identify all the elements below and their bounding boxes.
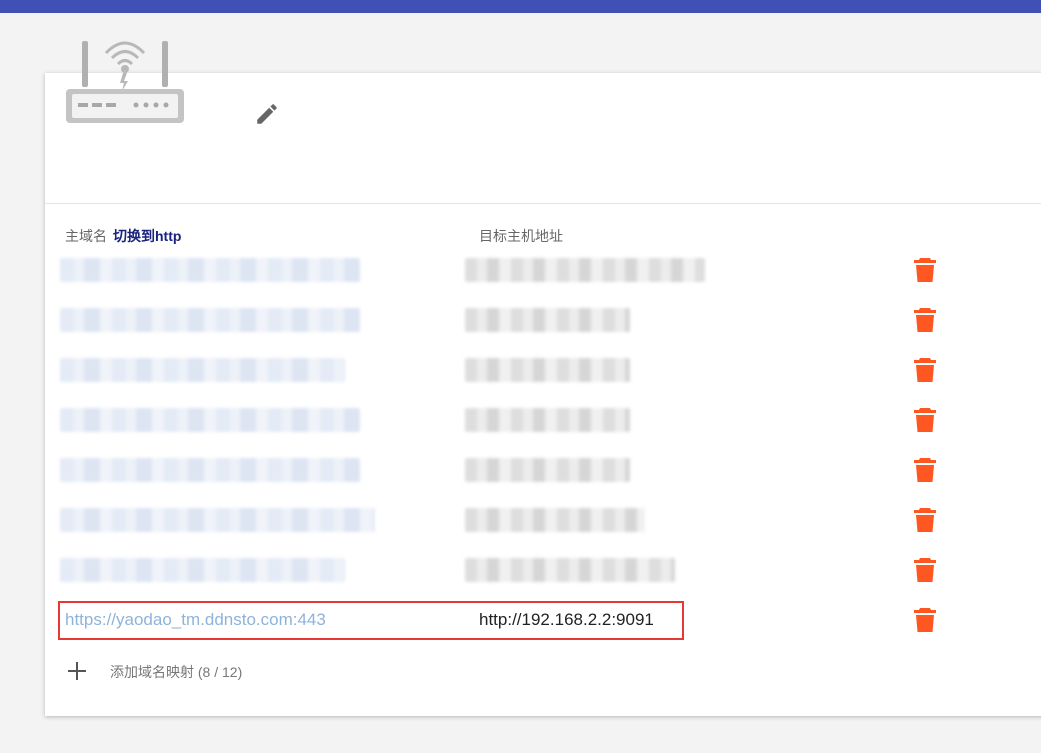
delete-trash-icon[interactable] <box>913 457 937 483</box>
redacted-target <box>465 358 630 382</box>
pencil-icon[interactable] <box>254 101 280 127</box>
router-wifi-icon <box>66 41 184 123</box>
redacted-domain[interactable] <box>60 408 360 432</box>
redacted-target <box>465 508 645 532</box>
table-row <box>60 504 1020 540</box>
domain-column-header: 主域名 切换到http <box>65 226 181 246</box>
redacted-target <box>465 258 705 282</box>
table-row <box>60 354 1020 390</box>
switch-to-http-link[interactable]: 切换到http <box>113 228 181 244</box>
redacted-target <box>465 558 675 582</box>
delete-trash-icon[interactable] <box>913 257 937 283</box>
card-header <box>45 73 1041 204</box>
table-row <box>60 454 1020 490</box>
redacted-domain[interactable] <box>60 358 345 382</box>
delete-trash-icon[interactable] <box>913 357 937 383</box>
redacted-domain[interactable] <box>60 458 360 482</box>
table-row <box>60 254 1020 290</box>
redacted-domain[interactable] <box>60 508 375 532</box>
plus-icon[interactable] <box>66 660 88 682</box>
target-host-address: http://192.168.2.2:9091 <box>479 610 654 629</box>
table-row <box>60 554 1020 590</box>
redacted-domain[interactable] <box>60 558 345 582</box>
target-column-header: 目标主机地址 <box>479 228 563 244</box>
delete-trash-icon[interactable] <box>913 607 937 633</box>
table-row <box>60 304 1020 340</box>
top-app-bar <box>0 0 1041 13</box>
delete-trash-icon[interactable] <box>913 507 937 533</box>
redacted-target <box>465 458 630 482</box>
redacted-target <box>465 308 630 332</box>
redacted-domain[interactable] <box>60 308 360 332</box>
table-row <box>60 404 1020 440</box>
redacted-domain[interactable] <box>60 258 360 282</box>
redacted-target <box>465 408 630 432</box>
domain-link[interactable]: https://yaodao_tm.ddnsto.com:443 <box>65 610 326 630</box>
domain-column-label: 主域名 <box>65 228 107 244</box>
delete-trash-icon[interactable] <box>913 407 937 433</box>
delete-trash-icon[interactable] <box>913 307 937 333</box>
add-domain-mapping-button[interactable]: 添加域名映射 (8 / 12) <box>110 662 242 682</box>
delete-trash-icon[interactable] <box>913 557 937 583</box>
